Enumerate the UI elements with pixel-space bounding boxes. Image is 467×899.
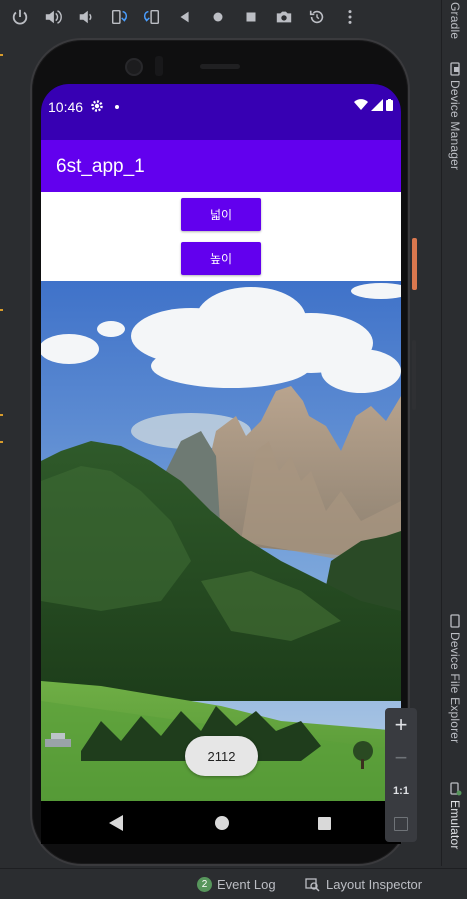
status-indicators — [354, 99, 393, 111]
home-icon — [213, 12, 223, 22]
signal-icon — [371, 99, 383, 111]
power-icon — [12, 9, 28, 25]
layout-inspector-icon — [305, 877, 320, 892]
tab-device-manager[interactable]: Device Manager — [442, 62, 467, 170]
gutter-marker — [0, 309, 3, 311]
volume-up-button[interactable] — [40, 4, 66, 30]
layout-inspector-button[interactable]: Layout Inspector — [305, 877, 422, 892]
left-gutter — [0, 34, 6, 866]
overview-icon — [246, 12, 256, 22]
front-camera — [125, 58, 143, 76]
gutter-marker — [0, 414, 3, 416]
volume-down-icon — [79, 10, 92, 24]
right-tool-window-bar: Gradle Device Manager Device File Explor… — [441, 0, 467, 866]
zoom-out-button[interactable]: − — [385, 741, 417, 774]
tab-device-file-explorer[interactable]: Device File Explorer — [442, 614, 467, 743]
zoom-controls: + − 1:1 — [385, 708, 417, 842]
more-icon — [348, 10, 352, 24]
device-screen[interactable]: 10:46 6st_app_1 넓이 높이 2112 — [41, 84, 401, 844]
rotate-right-button[interactable] — [139, 4, 165, 30]
earpiece-speaker — [200, 64, 240, 69]
zoom-in-button[interactable]: + — [385, 708, 417, 741]
volume-up-icon — [45, 10, 62, 24]
gutter-marker — [0, 54, 3, 56]
device-volume-key[interactable] — [412, 340, 416, 410]
tab-gradle[interactable]: Gradle — [442, 2, 467, 39]
tab-device-file-explorer-label: Device File Explorer — [448, 632, 462, 744]
nav-home-icon[interactable] — [215, 816, 229, 830]
front-sensor — [155, 56, 163, 76]
android-nav-bar — [41, 801, 401, 844]
device-manager-icon — [450, 62, 460, 76]
more-button[interactable] — [337, 4, 363, 30]
landscape-image-drawing — [41, 281, 401, 801]
back-icon — [180, 11, 189, 23]
device-power-key[interactable] — [412, 238, 417, 290]
wifi-icon — [354, 99, 368, 110]
android-status-bar: 10:46 — [41, 84, 401, 140]
back-button[interactable] — [172, 4, 198, 30]
app-title: 6st_app_1 — [56, 156, 145, 177]
screenshot-button[interactable] — [271, 4, 297, 30]
ide-status-bar: 2 Event Log Layout Inspector — [0, 868, 467, 899]
nav-back-icon[interactable] — [109, 815, 123, 831]
event-log-badge: 2 — [197, 877, 212, 892]
fit-screen-icon — [394, 816, 408, 831]
landscape-image — [41, 281, 401, 801]
rotate-left-icon — [111, 9, 127, 25]
overview-button[interactable] — [238, 4, 264, 30]
app-bar: 6st_app_1 — [41, 140, 401, 192]
tab-emulator-label: Emulator — [448, 800, 462, 850]
event-log-label: Event Log — [217, 877, 276, 892]
camera-icon — [276, 11, 292, 23]
layout-inspector-label: Layout Inspector — [326, 877, 423, 892]
settings-gear-icon — [91, 100, 103, 112]
emulator-window: Gradle Device Manager Device File Explor… — [0, 0, 467, 899]
snapshot-icon — [309, 10, 324, 24]
emulator-icon — [450, 782, 462, 796]
tab-device-manager-label: Device Manager — [448, 80, 462, 171]
rotate-right-icon — [144, 9, 160, 25]
device-file-explorer-icon — [450, 614, 460, 628]
rotate-left-button[interactable] — [106, 4, 132, 30]
tab-emulator[interactable]: Emulator — [442, 782, 467, 850]
status-time: 10:46 — [48, 99, 84, 115]
notification-dot-icon — [115, 105, 119, 109]
volume-down-button[interactable] — [73, 4, 99, 30]
power-button[interactable] — [7, 4, 33, 30]
home-button[interactable] — [205, 4, 231, 30]
height-button[interactable]: 높이 — [181, 242, 261, 275]
snapshot-button[interactable] — [304, 4, 330, 30]
zoom-actual-size-button[interactable]: 1:1 — [385, 774, 417, 807]
emulator-toolbar — [0, 0, 441, 34]
battery-icon — [386, 99, 393, 111]
gutter-marker — [0, 441, 3, 443]
app-content: 넓이 높이 — [41, 192, 401, 281]
toast-message: 2112 — [185, 736, 258, 776]
nav-recents-icon[interactable] — [318, 817, 331, 830]
tab-gradle-label: Gradle — [448, 2, 462, 40]
event-log-button[interactable]: 2 Event Log — [197, 877, 276, 892]
width-button[interactable]: 넓이 — [181, 198, 261, 231]
zoom-fit-button[interactable] — [385, 807, 417, 840]
